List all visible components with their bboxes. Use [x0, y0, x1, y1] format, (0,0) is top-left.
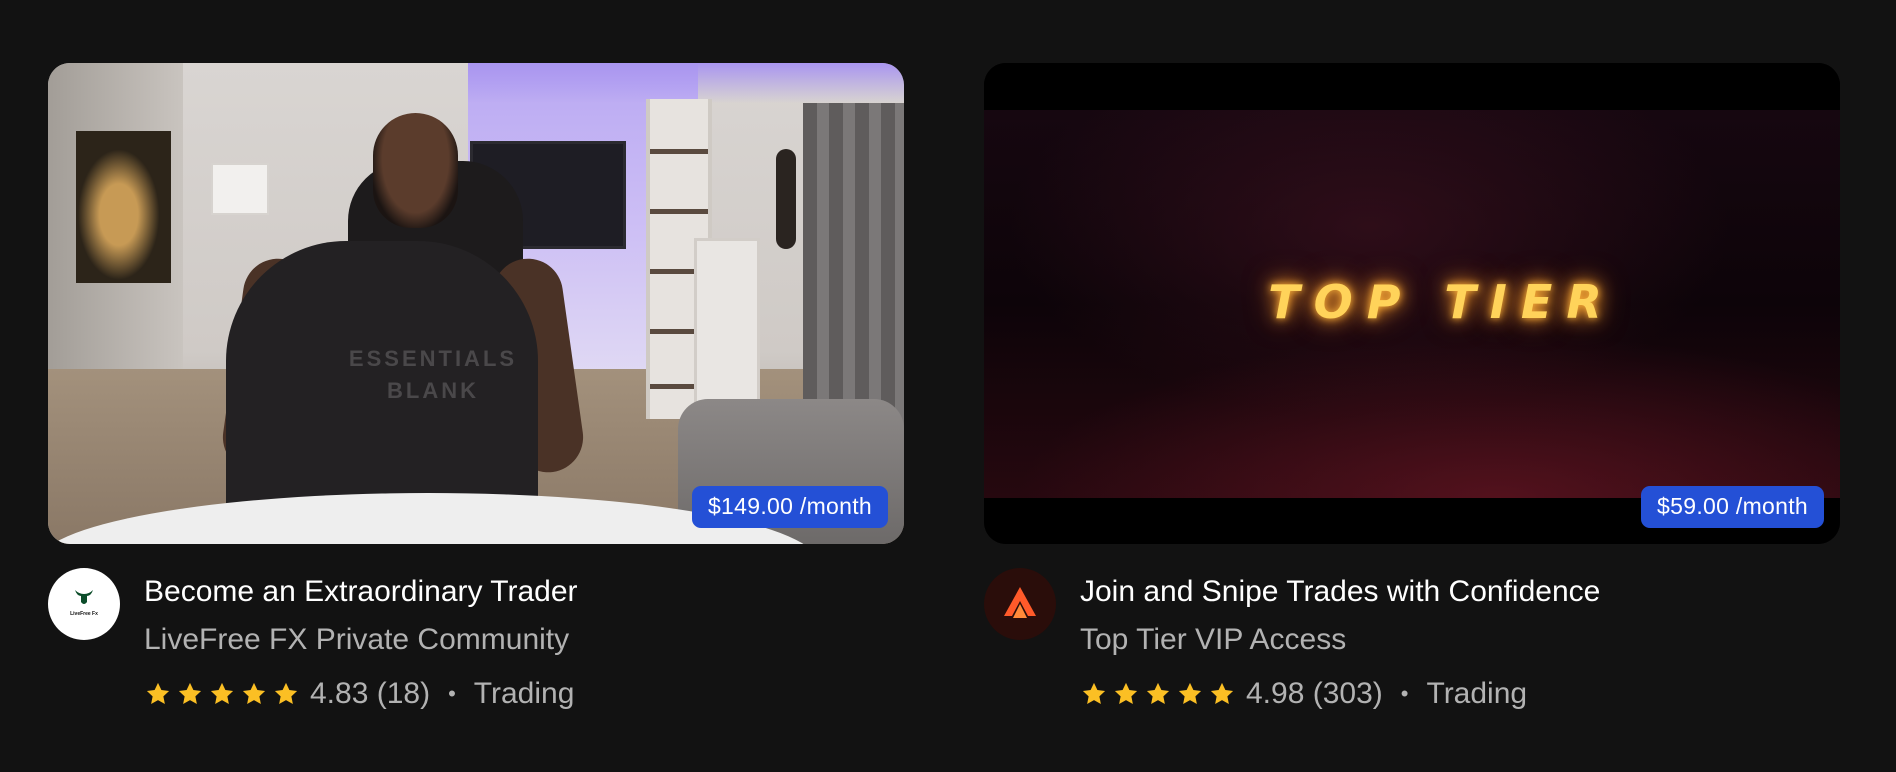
community-card-toptier[interactable]: TOP TIER $59.00 /month Join and Snipe Tr…: [984, 63, 1840, 712]
top-tier-logo-icon: [1004, 587, 1036, 618]
card-info: LiveFree Fx Become an Extraordinary Trad…: [48, 568, 904, 712]
star-icon: [1146, 682, 1170, 705]
rating-value: 4.98: [1246, 677, 1305, 710]
top-tier-logo-text: TOP TIER: [1268, 275, 1616, 329]
rating-row: 4.83 (18) • Trading: [144, 676, 578, 712]
card-info: Join and Snipe Trades with Confidence To…: [984, 568, 1840, 712]
card-text: Join and Snipe Trades with Confidence To…: [1080, 568, 1600, 712]
video-thumbnail[interactable]: TOP TIER $59.00 /month: [984, 63, 1840, 544]
buddha-poster: [76, 131, 171, 283]
dot-separator: •: [448, 681, 456, 706]
bull-logo-icon: [75, 590, 93, 604]
shirt-text: ESSENTIALS BLANK: [348, 346, 518, 403]
star-icon: [146, 682, 170, 705]
star-icon: [1178, 682, 1202, 705]
community-name[interactable]: Top Tier VIP Access: [1080, 622, 1600, 658]
community-avatar[interactable]: [984, 568, 1056, 640]
star-icon: [1114, 682, 1138, 705]
community-card-livefree[interactable]: ESSENTIALS BLANK $149.00 /month LiveFree…: [48, 63, 904, 712]
review-count: (18): [376, 677, 431, 710]
thumbnail-image: TOP TIER: [984, 63, 1840, 544]
category-label: Trading: [473, 677, 575, 710]
rating-row: 4.98 (303) • Trading: [1080, 676, 1600, 712]
avatar-text: LiveFree Fx: [70, 611, 98, 617]
dot-separator: •: [1400, 681, 1409, 706]
rating-value: 4.83: [310, 677, 369, 710]
star-icon: [178, 682, 202, 705]
star-icon: [1082, 682, 1106, 705]
video-thumbnail[interactable]: ESSENTIALS BLANK $149.00 /month: [48, 63, 904, 544]
star-rating: [144, 680, 300, 708]
thumbnail-image: ESSENTIALS BLANK: [48, 63, 904, 544]
star-rating: [1080, 680, 1236, 708]
community-avatar[interactable]: LiveFree Fx: [48, 568, 120, 640]
price-badge: $149.00 /month: [691, 486, 888, 528]
review-count: (303): [1312, 677, 1383, 710]
star-icon: [210, 682, 234, 705]
star-icon: [242, 682, 266, 705]
card-title[interactable]: Become an Extraordinary Trader: [144, 574, 578, 610]
community-name[interactable]: LiveFree FX Private Community: [144, 622, 578, 658]
card-title[interactable]: Join and Snipe Trades with Confidence: [1080, 574, 1600, 610]
star-icon: [1210, 682, 1234, 705]
category-label: Trading: [1426, 677, 1528, 710]
card-text: Become an Extraordinary Trader LiveFree …: [144, 568, 578, 712]
community-grid: ESSENTIALS BLANK $149.00 /month LiveFree…: [48, 63, 1840, 712]
star-icon: [274, 682, 298, 705]
price-badge: $59.00 /month: [1641, 486, 1824, 528]
